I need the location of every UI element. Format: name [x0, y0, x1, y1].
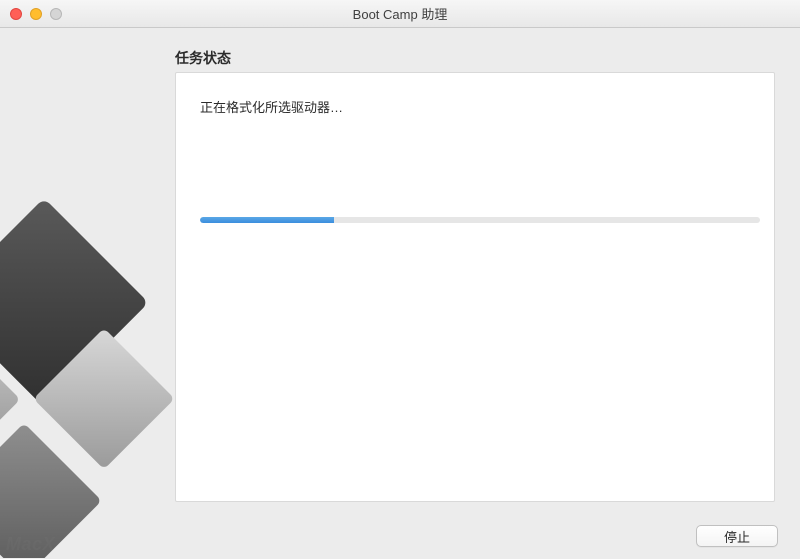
- page-heading: 任务状态: [175, 48, 231, 68]
- stop-button[interactable]: 停止: [696, 525, 778, 547]
- zoom-window-icon: [50, 8, 62, 20]
- content-panel: 正在格式化所选驱动器…: [175, 72, 775, 502]
- window-body: 任务状态 正在格式化所选驱动器… 停止 MacX: [0, 28, 800, 559]
- progress-fill: [200, 217, 334, 223]
- watermark-text: MacX: [6, 534, 55, 555]
- title-bar: Boot Camp 助理: [0, 0, 800, 28]
- minimize-window-icon[interactable]: [30, 8, 42, 20]
- progress-bar: [200, 217, 760, 223]
- bootcamp-logo-icon: [0, 178, 174, 558]
- status-text: 正在格式化所选驱动器…: [200, 97, 343, 116]
- window-title: Boot Camp 助理: [0, 4, 800, 23]
- button-row: 停止: [696, 525, 778, 547]
- close-window-icon[interactable]: [10, 8, 22, 20]
- traffic-lights: [0, 8, 62, 20]
